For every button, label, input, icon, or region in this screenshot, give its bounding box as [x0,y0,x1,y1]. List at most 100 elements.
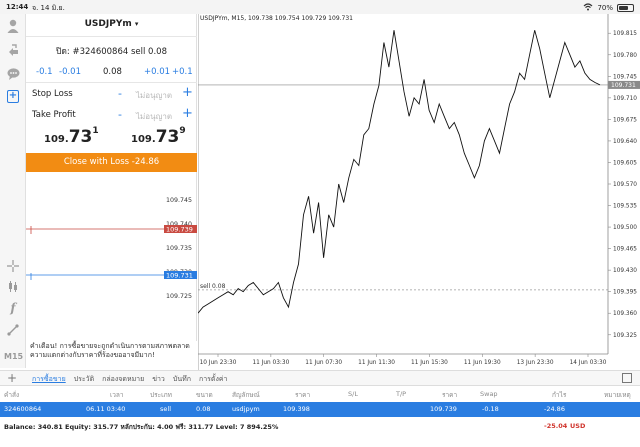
status-time: 12:44 [6,3,29,11]
cell-order: 324600864 [4,405,42,413]
left-toolbar: + f M15 [0,14,26,368]
table-header: คำสั่ง เวลา ประเภท ขนาด สัญลักษณ์ ราคา S… [0,387,640,401]
candles-icon[interactable] [5,278,21,294]
x-tick-label: 14 Jun 03:30 [570,360,607,366]
ask-price-main: 73 [155,127,180,147]
add-icon[interactable]: + [7,371,17,385]
cell-profit: -24.86 [544,405,565,413]
x-tick-label: 11 Jun 19:30 [464,360,501,366]
chart-header: USDJPYm, M15, 109.738 109.754 109.729 10… [200,15,353,22]
y-tick-label: 109.395 [613,290,637,296]
y-tick-label: 109.500 [613,225,637,231]
buy-price-label: 109.731 [166,272,193,280]
ticket-line: ปิด: #324600864 sell 0.08 [56,47,167,57]
account-icon[interactable] [5,18,21,34]
terminal-tabs: การซื้อขาย ประวัติ กล่องจดหมาย ข่าว บันท… [32,374,227,385]
bid-price-pip: 1 [92,126,99,136]
status-right: 70% [583,3,634,13]
new-order-icon[interactable]: + [5,88,21,104]
bid-price-prefix: 109. [44,134,69,145]
function-icon[interactable]: f [5,300,21,316]
order-line-label: sell 0.08 [200,283,226,290]
expand-icon[interactable] [622,373,632,383]
tab-trade[interactable]: การซื้อขาย [32,374,66,385]
symbol-name: USDJPYm [84,19,132,29]
battery-icon [617,4,634,12]
total-profit: -25.04 [544,422,568,430]
volume-plus-0.1-button[interactable]: +0.1 [172,67,193,77]
price-chart-svg: 10 Jun 23:30 11 Jun 03:30 11 Jun 07:30 11 J… [198,14,640,370]
y-tick-label: 109.430 [613,268,637,274]
stop-loss-minus-button[interactable]: - [118,87,122,100]
stop-loss-row: Stop Loss - ไม่อนุญาต + [32,85,193,102]
bottom-toolbar: + การซื้อขาย ประวัติ กล่องจดหมาย ข่าว บั… [0,370,640,386]
x-tick-label: 11 Jun 11:30 [358,360,395,366]
symbol-selector[interactable]: USDJPYm ▾ [26,19,197,29]
tab-settings[interactable]: การตั้งค่า [199,374,228,385]
bid-price: 109.731 [44,126,99,147]
tick-chart: 109.745109.740109.735109.730109.725 109.… [26,174,197,364]
y-tick-label: 109.640 [613,139,637,145]
ask-price-prefix: 109. [131,134,156,145]
tick-chart-svg: 109.745109.740109.735109.730109.725 109.… [26,197,197,300]
crosshair-icon[interactable] [5,258,21,274]
y-tick-label: 109.325 [613,333,637,339]
volume-minus-0.1-button[interactable]: -0.1 [36,67,53,77]
volume-value[interactable]: 0.08 [103,67,122,77]
stop-loss-plus-button[interactable]: + [182,85,193,100]
take-profit-plus-button[interactable]: + [182,106,193,121]
volume-minus-0.01-button[interactable]: -0.01 [59,67,81,77]
bid-price-main: 73 [68,127,93,147]
close-with-loss-button[interactable]: Close with Loss -24.86 [26,153,197,172]
x-tick-label: 11 Jun 07:30 [305,360,342,366]
price-display: 109.731 109.739 [26,126,197,151]
y-tick-label: 109.465 [613,247,637,253]
x-tick-label: 11 Jun 15:30 [411,360,448,366]
balance-bar: Balance: 340.81 Equity: 315.77 หลักประกั… [0,419,640,433]
volume-plus-0.01-button[interactable]: +0.01 [144,67,170,77]
col-sl: S/L [348,390,358,398]
chevron-down-icon: ▾ [134,20,139,28]
profit-currency: USD [570,422,586,430]
y-tick-label: 109.675 [613,117,637,123]
y-tick-label: 109.605 [613,160,637,166]
trade-arrows-icon[interactable] [5,42,21,58]
tab-history[interactable]: ประวัติ [74,374,94,385]
y-tick-label: 109.570 [613,182,637,188]
table-row[interactable]: 324600864 06.11 03:40 sell 0.08 usdjpym … [0,402,640,417]
current-price-label: 109.731 [611,82,636,89]
x-tick-label: 10 Jun 23:30 [200,360,237,366]
cell-volume: 0.08 [196,405,211,413]
take-profit-label: Take Profit [32,110,76,120]
col-symbol: สัญลักษณ์ [232,391,260,399]
col-order: คำสั่ง [4,391,20,399]
draw-tools-icon[interactable] [5,322,21,338]
order-panel: USDJPYm ▾ ปิด: #324600864 sell 0.08 -0.1… [26,14,197,174]
chat-icon[interactable] [5,66,21,82]
timeframe-button[interactable]: M15 [4,352,23,361]
chart-background [198,14,640,370]
col-swap: Swap [480,390,498,398]
col-type: ประเภท [150,391,172,399]
take-profit-row: Take Profit - ไม่อนุญาต + [32,106,193,123]
cell-current-price: 109.739 [430,405,457,413]
status-bar: 12:44 จ. 14 มิ.ย. 70% [0,0,640,14]
stop-loss-field[interactable]: ไม่อนุญาต [136,89,172,102]
y-tick-label: 109.780 [613,53,637,59]
y-tick-label: 109.710 [613,96,637,102]
divider [26,36,197,37]
tab-mailbox[interactable]: กล่องจดหมาย [102,374,144,385]
price-chart[interactable]: 10 Jun 23:30 11 Jun 03:30 11 Jun 07:30 11 J… [198,14,640,370]
take-profit-field[interactable]: ไม่อนุญาต [136,110,172,123]
col-time: เวลา [110,391,124,399]
ask-price: 109.739 [131,126,186,147]
col-current-price: ราคา [442,391,458,399]
balance-summary: Balance: 340.81 Equity: 315.77 หลักประกั… [4,423,279,431]
take-profit-minus-button[interactable]: - [118,108,122,121]
x-tick-label: 13 Jun 23:30 [517,360,554,366]
warning-message: คำเตือน! การซื้อขายจะถูกดำเนินการตามสภาพ… [26,341,197,366]
status-date: จ. 14 มิ.ย. [32,4,65,12]
tab-journal[interactable]: บันทึก [173,374,191,385]
tab-news[interactable]: ข่าว [152,374,165,385]
col-profit: กำไร [552,391,567,399]
